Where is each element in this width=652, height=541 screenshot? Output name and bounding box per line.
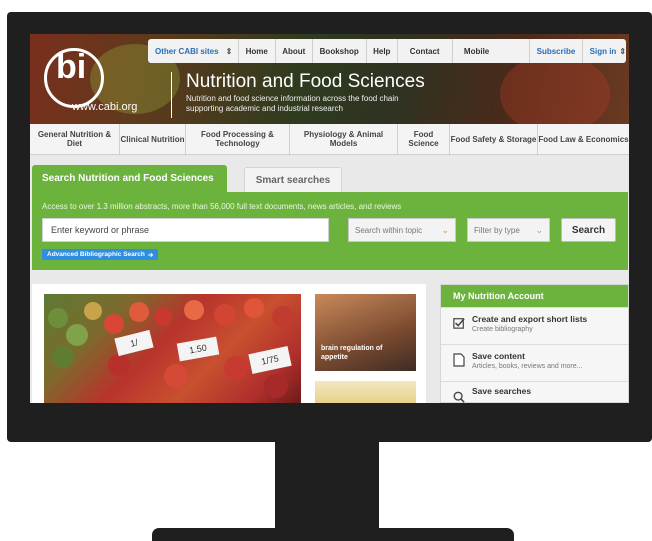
fruit-decoration bbox=[48, 308, 68, 328]
category-food-safety[interactable]: Food Safety & Storage bbox=[450, 124, 538, 154]
category-general-nutrition[interactable]: General Nutrition & Diet bbox=[30, 124, 120, 154]
monitor-base bbox=[152, 528, 514, 541]
monitor-stand bbox=[275, 442, 379, 532]
topnav-home[interactable]: Home bbox=[239, 47, 275, 56]
category-food-processing[interactable]: Food Processing & Technology bbox=[186, 124, 290, 154]
topnav-other-cabi-sites[interactable]: Other CABI sites bbox=[148, 47, 226, 56]
topnav-bookshop[interactable]: Bookshop bbox=[313, 47, 366, 56]
fruit-decoration bbox=[52, 346, 74, 368]
site-header: Other CABI sites ⇕ Home About Bookshop H… bbox=[30, 34, 629, 134]
price-tag: 1/ bbox=[114, 329, 154, 357]
feature-card-caption: brain regulation of appetite bbox=[321, 345, 383, 361]
account-item-title: Save searches bbox=[472, 386, 532, 396]
arrow-right-icon: ➔ bbox=[147, 251, 154, 259]
topnav-help[interactable]: Help bbox=[366, 47, 397, 56]
account-item-desc: Articles, books, reviews and more... bbox=[472, 363, 583, 370]
divider bbox=[171, 72, 172, 118]
tab-search[interactable]: Search Nutrition and Food Sciences bbox=[32, 165, 227, 192]
feature-card-drink[interactable] bbox=[315, 381, 416, 403]
category-nav: General Nutrition & Diet Clinical Nutrit… bbox=[30, 124, 629, 155]
topic-select-value: Search within topic bbox=[355, 225, 423, 235]
access-text: Access to over 1.3 million abstracts, mo… bbox=[42, 202, 402, 211]
topnav-about[interactable]: About bbox=[275, 47, 312, 56]
topnav-subscribe[interactable]: Subscribe bbox=[530, 47, 583, 56]
feature-card-appetite[interactable]: brain regulation of appetite bbox=[315, 294, 416, 371]
account-heading: My Nutrition Account bbox=[441, 285, 628, 307]
chevron-updown-icon[interactable]: ⇕ bbox=[226, 47, 239, 56]
topnav-mobile[interactable]: Mobile bbox=[452, 47, 529, 56]
my-account-panel: My Nutrition Account Create and export s… bbox=[440, 284, 629, 403]
type-select[interactable]: Filter by type ⌄ bbox=[467, 218, 550, 242]
account-item-title: Create and export short lists bbox=[472, 314, 588, 324]
topnav-sign-in[interactable]: Sign in bbox=[583, 47, 620, 56]
advanced-search-button[interactable]: Advanced Bibliographic Search ➔ bbox=[42, 249, 159, 260]
account-item-title: Save content bbox=[472, 351, 525, 361]
cabi-url[interactable]: www.cabi.org bbox=[72, 101, 137, 113]
header-bg-decoration bbox=[500, 54, 610, 134]
topnav-contact[interactable]: Contact bbox=[398, 47, 452, 56]
account-item-short-lists[interactable]: Create and export short lists Create bib… bbox=[441, 307, 628, 344]
fruit-decoration bbox=[104, 314, 124, 334]
account-item-save-content[interactable]: Save content Articles, books, reviews an… bbox=[441, 344, 628, 381]
checkbox-icon bbox=[453, 318, 465, 329]
fruit-decoration bbox=[264, 374, 288, 398]
search-input[interactable]: Enter keyword or phrase bbox=[42, 218, 329, 242]
document-icon bbox=[453, 353, 465, 367]
chevron-down-icon: ⌄ bbox=[535, 225, 543, 235]
fruit-decoration bbox=[184, 300, 204, 320]
fruit-decoration bbox=[66, 324, 88, 346]
featured-content: 1/ 1.50 1/75 brain regulation of appetit… bbox=[32, 284, 426, 403]
cabi-logo-mark: bi bbox=[56, 48, 87, 86]
advanced-search-label: Advanced Bibliographic Search bbox=[47, 251, 145, 258]
price-tag: 1/75 bbox=[248, 346, 292, 374]
type-select-value: Filter by type bbox=[474, 225, 520, 235]
search-input-placeholder: Enter keyword or phrase bbox=[51, 225, 150, 235]
tab-smart-searches[interactable]: Smart searches bbox=[244, 167, 342, 192]
account-item-save-searches[interactable]: Save searches bbox=[441, 381, 628, 403]
screen: Other CABI sites ⇕ Home About Bookshop H… bbox=[30, 34, 629, 403]
fruit-decoration bbox=[214, 304, 236, 326]
fruit-decoration bbox=[224, 356, 248, 380]
category-physiology[interactable]: Physiology & Animal Models bbox=[290, 124, 398, 154]
search-icon bbox=[453, 391, 465, 403]
search-button[interactable]: Search bbox=[561, 218, 616, 242]
top-nav: Other CABI sites ⇕ Home About Bookshop H… bbox=[148, 39, 626, 63]
fruit-decoration bbox=[129, 302, 149, 322]
fruit-decoration bbox=[84, 302, 102, 320]
category-food-law[interactable]: Food Law & Economics bbox=[538, 124, 629, 154]
category-clinical-nutrition[interactable]: Clinical Nutrition bbox=[120, 124, 186, 154]
featured-image-fruit-market[interactable]: 1/ 1.50 1/75 bbox=[44, 294, 301, 403]
page-subtitle: Nutrition and food science information a… bbox=[186, 94, 399, 113]
category-food-science[interactable]: Food Science bbox=[398, 124, 450, 154]
price-tag: 1.50 bbox=[176, 336, 220, 362]
fruit-decoration bbox=[272, 306, 294, 328]
fruit-decoration bbox=[154, 308, 172, 326]
chevron-updown-icon[interactable]: ⇕ bbox=[619, 47, 626, 56]
fruit-decoration bbox=[164, 364, 188, 388]
search-panel: Access to over 1.3 million abstracts, mo… bbox=[32, 192, 628, 270]
fruit-decoration bbox=[244, 298, 264, 318]
account-item-desc: Create bibliography bbox=[472, 326, 533, 333]
chevron-down-icon: ⌄ bbox=[441, 225, 449, 235]
fruit-decoration bbox=[108, 354, 130, 376]
page-title: Nutrition and Food Sciences bbox=[186, 71, 425, 92]
topic-select[interactable]: Search within topic ⌄ bbox=[348, 218, 456, 242]
